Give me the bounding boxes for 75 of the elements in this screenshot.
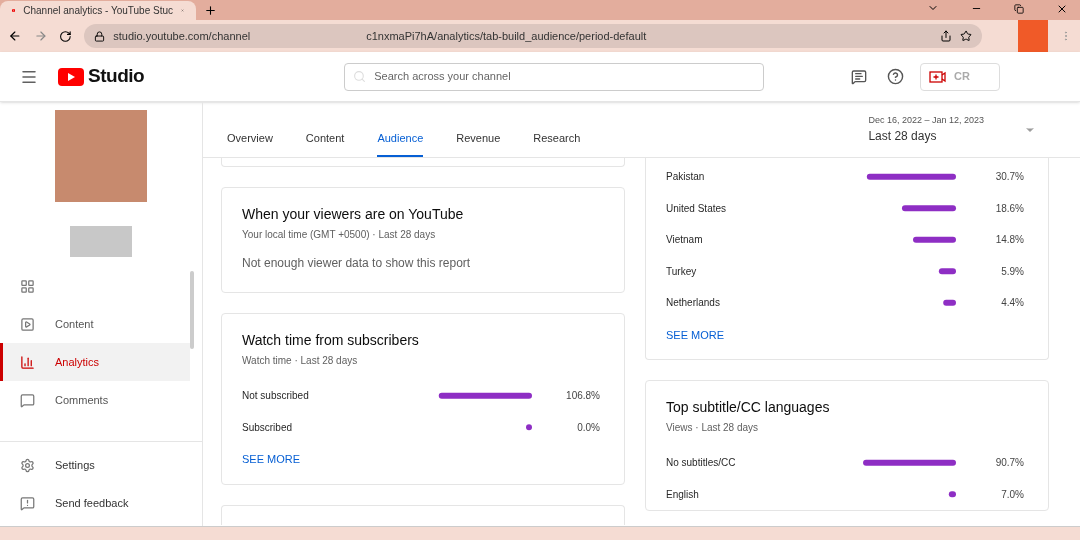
tab-title: Channel analytics - YouTube Stuc	[23, 4, 173, 18]
page-tab[interactable]: Revenue	[456, 121, 501, 157]
sidebar-item[interactable]: Settings	[0, 446, 202, 484]
help-icon[interactable]	[887, 68, 904, 85]
lock-icon	[94, 30, 106, 42]
new-tab-icon[interactable]	[204, 4, 217, 17]
search-field[interactable]: Search across your channel	[344, 62, 765, 91]
category-label: Turkey	[666, 265, 697, 277]
search-icon	[353, 70, 367, 83]
category-label: English	[666, 488, 699, 500]
close-icon[interactable]	[1056, 3, 1068, 15]
browser-tab[interactable]: Channel analytics - YouTube Stuc	[0, 1, 196, 20]
reload-icon[interactable]	[59, 29, 73, 43]
url-text: studio.youtube.com/channel	[113, 28, 251, 44]
value-label: 5.9%	[1001, 265, 1024, 277]
empty-message: Not enough viewer data to show this report	[242, 255, 472, 272]
extension-block[interactable]	[1017, 20, 1049, 52]
bar	[938, 268, 956, 275]
url-text: c1nxmaPi7hA/analytics/tab-build_audience/period-default	[366, 28, 648, 44]
back-icon[interactable]	[8, 29, 22, 43]
page-tab[interactable]: Research	[533, 121, 581, 157]
page-tab[interactable]: Content	[305, 121, 345, 157]
sidebar-item[interactable]: Comments	[0, 381, 190, 419]
bar	[913, 236, 956, 243]
sidebar-item[interactable]: Analytics	[0, 343, 190, 381]
value-label: 30.7%	[995, 171, 1024, 183]
page-tab[interactable]: Audience	[377, 121, 424, 157]
analytics-icon	[20, 354, 35, 370]
bar	[948, 491, 956, 498]
bar	[526, 424, 532, 431]
category-label: No subtitles/CC	[666, 457, 736, 469]
see-more-link[interactable]: SEE MORE	[242, 451, 301, 468]
bar	[901, 205, 956, 212]
channel-name-placeholder	[70, 226, 132, 257]
play-logo-icon	[58, 67, 84, 86]
value-label: 14.8%	[995, 234, 1024, 246]
bar	[943, 299, 956, 306]
category-label: United States	[666, 202, 727, 214]
scrollbar[interactable]	[190, 271, 194, 349]
period-selector[interactable]: Dec 16, 2022 – Jan 12, 2023 Last 28 days	[868, 113, 1036, 146]
address-bar[interactable]: studio.youtube.com/channel c1nxmaPi7hA/analytics/tab-build_audience/period-default	[84, 24, 982, 48]
value-label: 106.8%	[566, 390, 600, 402]
video-plus-icon	[929, 70, 946, 83]
settings-icon	[20, 457, 35, 473]
content-icon	[20, 316, 35, 332]
comments-icon	[20, 392, 35, 408]
category-label: Netherlands	[666, 297, 720, 309]
category-label: Not subscribed	[242, 390, 309, 402]
card-title: Top subtitle/CC languages	[666, 398, 831, 417]
dashboard-icon	[20, 278, 35, 294]
card-subtitle: Your local time (GMT +0500) · Last 28 days	[242, 228, 437, 242]
category-label: Pakistan	[666, 171, 705, 183]
card-title: Watch time from subscribers	[242, 331, 420, 350]
value-label: 90.7%	[995, 457, 1024, 469]
restore-icon[interactable]	[1014, 4, 1024, 14]
value-label: 4.4%	[1001, 297, 1024, 309]
forward-icon[interactable]	[33, 29, 48, 43]
category-label: Vietnam	[666, 234, 703, 246]
page-tab[interactable]: Overview	[227, 121, 273, 157]
feedback-icon	[20, 495, 35, 511]
value-label: 18.6%	[995, 202, 1024, 214]
comment-icon[interactable]	[851, 68, 867, 85]
card-subtitle: Views · Last 28 days	[666, 421, 760, 435]
category-label: Subscribed	[242, 421, 293, 433]
studio-logo-text: Studio	[88, 64, 145, 89]
search-input[interactable]: Search across your channel	[374, 68, 756, 85]
share-icon[interactable]	[939, 30, 952, 42]
see-more-link[interactable]: SEE MORE	[666, 326, 725, 343]
sidebar-item[interactable]: Content	[0, 305, 190, 343]
sidebar-item[interactable]: Send feedback	[0, 484, 202, 522]
bookmark-icon[interactable]	[959, 30, 972, 42]
value-label: 0.0%	[577, 421, 600, 433]
card-title: When your viewers are on YouTube	[242, 205, 465, 224]
card-subtitle: Watch time · Last 28 days	[242, 354, 359, 368]
value-label: 7.0%	[1001, 488, 1024, 500]
